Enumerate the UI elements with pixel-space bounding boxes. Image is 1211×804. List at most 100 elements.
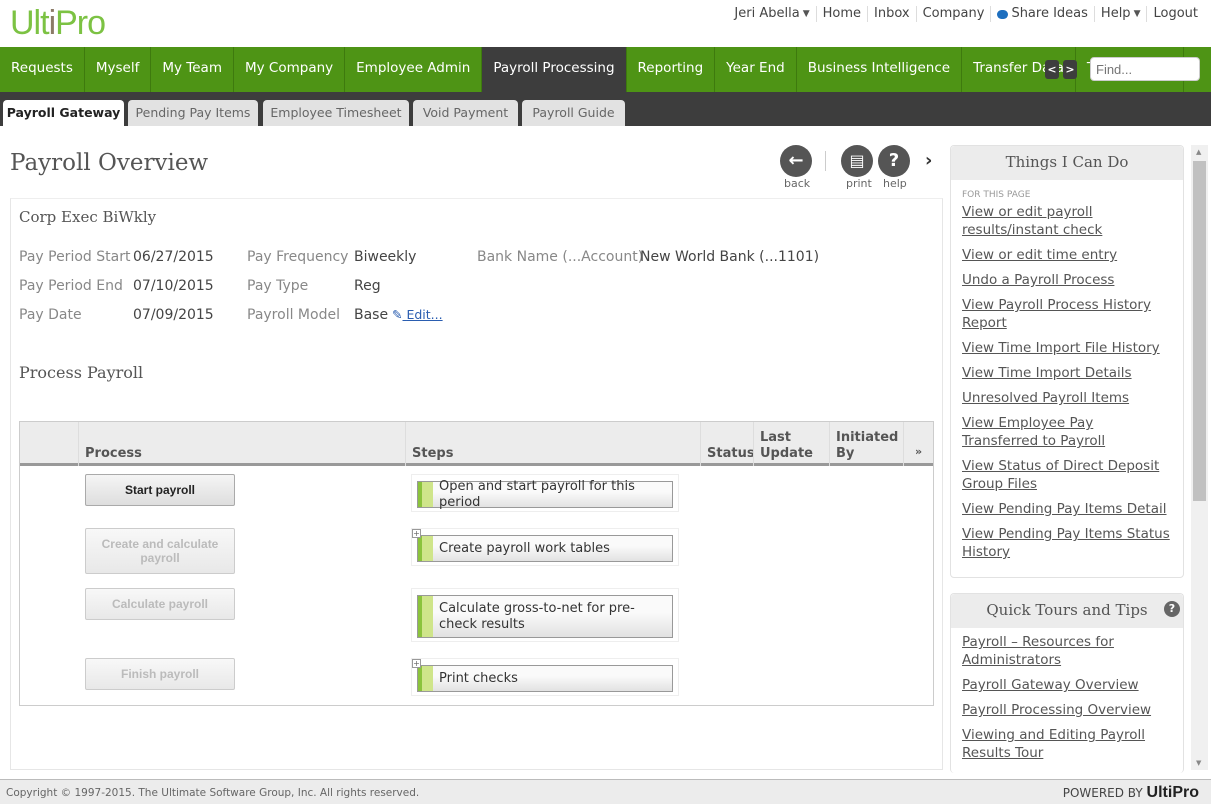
payroll-model: Base	[354, 307, 389, 323]
scroll-up-icon[interactable]: ▲	[1196, 148, 1201, 156]
nav-next-button[interactable]: >	[1063, 60, 1077, 79]
header-last-update[interactable]: Last Update	[753, 422, 829, 466]
sidebar-link[interactable]: View Time Import Details	[951, 364, 1183, 382]
step-label[interactable]: Print checks	[417, 665, 673, 692]
field-label: Pay Period End	[19, 278, 123, 294]
footer: Copyright © 1997-2015. The Ultimate Soft…	[0, 779, 1211, 804]
edit-model-link[interactable]: ✎ Edit...	[392, 307, 443, 322]
question-icon: ?	[888, 150, 900, 171]
page-title: Payroll Overview	[10, 150, 209, 176]
tour-link[interactable]: Payroll Gateway Overview	[951, 676, 1183, 694]
top-header: UltiPro Jeri Abella ▼ Home Inbox Company…	[0, 0, 1211, 47]
back-button[interactable]: ←	[780, 145, 812, 177]
document-icon: ▤	[849, 151, 865, 170]
top-links: Jeri Abella ▼ Home Inbox Company Share I…	[728, 6, 1204, 22]
field-label: Payroll Model	[247, 307, 340, 323]
scroll-down-icon[interactable]: ▼	[1196, 759, 1201, 767]
divider	[825, 151, 826, 171]
header-steps[interactable]: Steps	[405, 422, 700, 466]
nav-my-company[interactable]: My Company	[234, 47, 346, 92]
nav-requests[interactable]: Requests	[0, 47, 85, 92]
header-blank	[20, 422, 78, 466]
pay-date: 07/09/2015	[133, 307, 214, 323]
nav-payroll-processing[interactable]: Payroll Processing	[482, 47, 627, 92]
finish-payroll-button[interactable]: Finish payroll	[85, 658, 235, 690]
step-item: Calculate gross-to-net for pre-check res…	[411, 588, 679, 642]
user-menu[interactable]: Jeri Abella ▼	[728, 6, 815, 22]
nav-prev-button[interactable]: <	[1045, 60, 1059, 79]
header-status[interactable]: Status	[700, 422, 755, 466]
calculate-payroll-button[interactable]: Calculate payroll	[85, 588, 235, 620]
step-label[interactable]: Calculate gross-to-net for pre-check res…	[417, 595, 673, 638]
home-link[interactable]: Home	[815, 6, 867, 22]
tab-employee-timesheet[interactable]: Employee Timesheet	[263, 100, 409, 126]
inbox-link[interactable]: Inbox	[867, 6, 916, 22]
sidebar-link[interactable]: View Pending Pay Items Status History	[951, 525, 1183, 561]
header-process[interactable]: Process	[78, 422, 405, 466]
sidebar-link[interactable]: View Status of Direct Deposit Group File…	[951, 457, 1183, 493]
help-button[interactable]: ?	[878, 145, 910, 177]
share-ideas-link[interactable]: Share Ideas	[990, 6, 1093, 22]
tab-payroll-guide[interactable]: Payroll Guide	[522, 100, 625, 126]
tour-link[interactable]: Viewing and Editing Payroll Results Tour	[951, 726, 1183, 762]
nav-myself[interactable]: Myself	[85, 47, 152, 92]
nav-business-intelligence[interactable]: Business Intelligence	[797, 47, 963, 92]
nav-employee-admin[interactable]: Employee Admin	[345, 47, 483, 92]
nav-reporting[interactable]: Reporting	[627, 47, 716, 92]
tab-payroll-gateway[interactable]: Payroll Gateway	[3, 100, 124, 126]
pay-type: Reg	[354, 278, 381, 294]
nav-scroll-arrows: < >	[1045, 60, 1077, 79]
sidebar-link[interactable]: View Employee Pay Transferred to Payroll	[951, 414, 1183, 450]
find-input[interactable]	[1090, 57, 1200, 81]
sidebar-link[interactable]: View or edit time entry	[951, 246, 1183, 264]
main-nav: Requests Myself My Team My Company Emplo…	[0, 47, 1211, 92]
chevron-right-icon[interactable]: ›	[925, 150, 932, 171]
sidebar-link[interactable]: View Time Import File History	[951, 339, 1183, 357]
column-menu-icon[interactable]: »	[903, 422, 933, 466]
powered-by: POWERED BY UltiPro	[1062, 784, 1199, 801]
arrow-left-icon: ←	[788, 150, 804, 171]
start-payroll-button[interactable]: Start payroll	[85, 474, 235, 506]
nav-year-end[interactable]: Year End	[715, 47, 797, 92]
nav-my-team[interactable]: My Team	[151, 47, 234, 92]
tab-void-payment[interactable]: Void Payment	[413, 100, 518, 126]
field-label: Pay Period Start	[19, 249, 131, 265]
field-label: Pay Date	[19, 307, 82, 323]
process-grid: Process Steps Status Last Update Initiat…	[19, 421, 934, 706]
tour-link[interactable]: Payroll Processing Overview	[951, 701, 1183, 719]
sidebar-link[interactable]: View Payroll Process History Report	[951, 296, 1183, 332]
step-item: Print checks	[411, 658, 679, 696]
payroll-name: Corp Exec BiWkly	[19, 208, 157, 226]
step-label[interactable]: Create payroll work tables	[417, 535, 673, 562]
ultipro-logo[interactable]: UltiPro	[10, 4, 106, 43]
header-initiated-by[interactable]: Initiated By	[829, 422, 903, 466]
scrollbar-thumb[interactable]	[1193, 161, 1206, 501]
sidebar-link[interactable]: Unresolved Payroll Items	[951, 389, 1183, 407]
sidebar-link[interactable]: View or edit payroll results/instant che…	[951, 203, 1183, 239]
quick-tours-box: Quick Tours and Tips ? Payroll – Resourc…	[950, 593, 1184, 773]
tour-link[interactable]: Payroll – Resources for Administrators	[951, 633, 1183, 669]
logout-link[interactable]: Logout	[1146, 6, 1204, 22]
sidebar-link[interactable]: View Pending Pay Items Detail	[951, 500, 1183, 518]
create-calculate-button[interactable]: Create and calculate payroll	[85, 528, 235, 574]
company-link[interactable]: Company	[915, 6, 991, 22]
pay-frequency: Biweekly	[354, 249, 417, 265]
pencil-icon: ✎	[392, 307, 403, 322]
expand-plus-icon[interactable]: +	[412, 659, 421, 668]
field-label: Pay Frequency	[247, 249, 349, 265]
tab-pending-pay-items[interactable]: Pending Pay Items	[128, 100, 258, 126]
help-icon[interactable]: ?	[1164, 601, 1180, 617]
sidebar-link[interactable]: Undo a Payroll Process	[951, 271, 1183, 289]
help-menu[interactable]: Help ▼	[1093, 6, 1147, 22]
print-button[interactable]: ▤	[841, 145, 873, 177]
expand-plus-icon[interactable]: +	[412, 529, 421, 538]
step-label[interactable]: Open and start payroll for this period	[417, 479, 673, 510]
speech-bubble-icon	[997, 9, 1009, 19]
sidebar-scrollbar[interactable]: ▲ ▼	[1191, 145, 1208, 770]
step-item: Open and start payroll for this period	[411, 474, 679, 512]
things-title: Things I Can Do	[951, 146, 1183, 180]
help-label: help	[883, 177, 907, 190]
sub-nav: Payroll Gateway Pending Pay Items Employ…	[0, 92, 1211, 126]
field-label: Bank Name (...Account)	[477, 249, 644, 265]
grid-header: Process Steps Status Last Update Initiat…	[20, 422, 933, 466]
